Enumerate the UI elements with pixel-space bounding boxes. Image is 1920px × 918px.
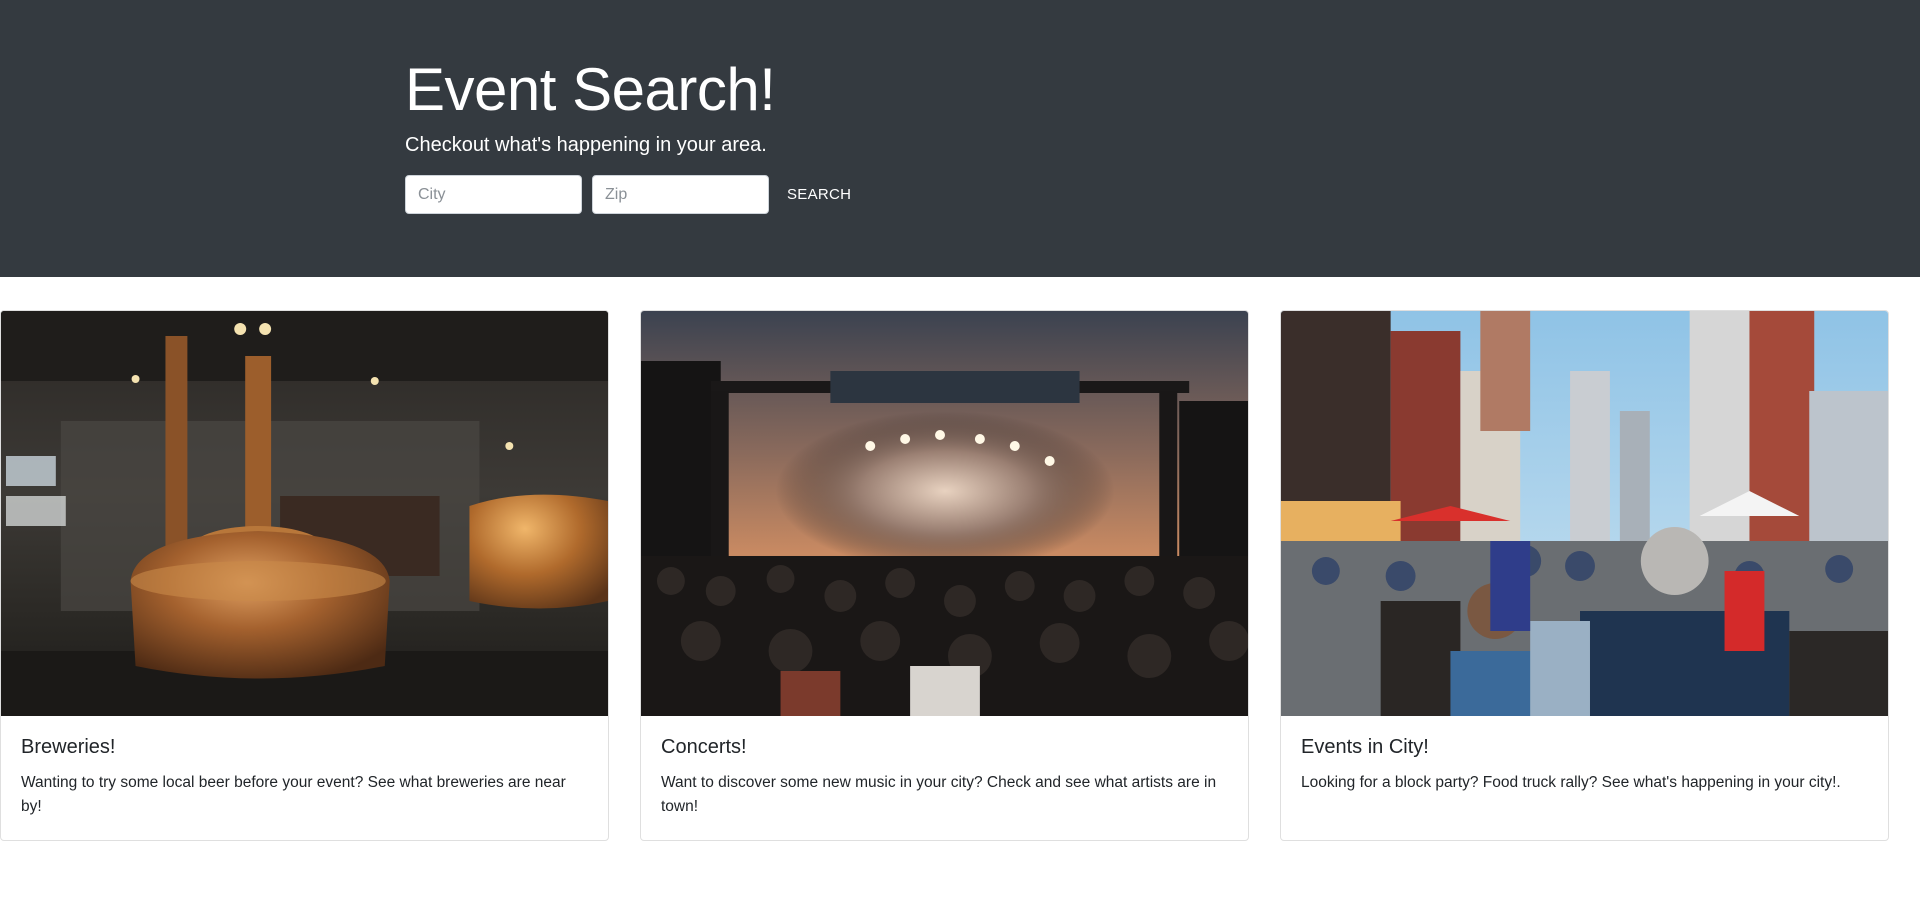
hero-banner: Event Search! Checkout what's happening … [0, 0, 1920, 277]
concert-card: Concerts! Want to discover some new musi… [640, 310, 1249, 841]
brewery-card-text: Wanting to try some local beer before yo… [21, 774, 566, 815]
street-fair-image [1281, 311, 1888, 716]
page-subtitle: Checkout what's happening in your area. [405, 134, 767, 156]
city-input[interactable] [405, 175, 582, 214]
concert-card-title: Concerts! [661, 736, 747, 758]
city-events-card-title: Events in City! [1301, 736, 1429, 758]
brewery-image [1, 311, 608, 716]
city-events-card-text: Looking for a block party? Food truck ra… [1301, 774, 1841, 791]
page-title: Event Search! [405, 56, 776, 123]
search-form: SEARCH [405, 175, 861, 214]
search-button[interactable]: SEARCH [777, 175, 861, 214]
brewery-card-title: Breweries! [21, 736, 116, 758]
zip-input[interactable] [592, 175, 769, 214]
city-events-card-body: Events in City! Looking for a block part… [1301, 735, 1868, 795]
concert-card-text: Want to discover some new music in your … [661, 774, 1217, 815]
concert-image [641, 311, 1248, 716]
brewery-card: Breweries! Wanting to try some local bee… [0, 310, 609, 841]
brewery-card-body: Breweries! Wanting to try some local bee… [21, 735, 588, 819]
city-events-card: Events in City! Looking for a block part… [1280, 310, 1889, 841]
concert-card-body: Concerts! Want to discover some new musi… [661, 735, 1228, 819]
